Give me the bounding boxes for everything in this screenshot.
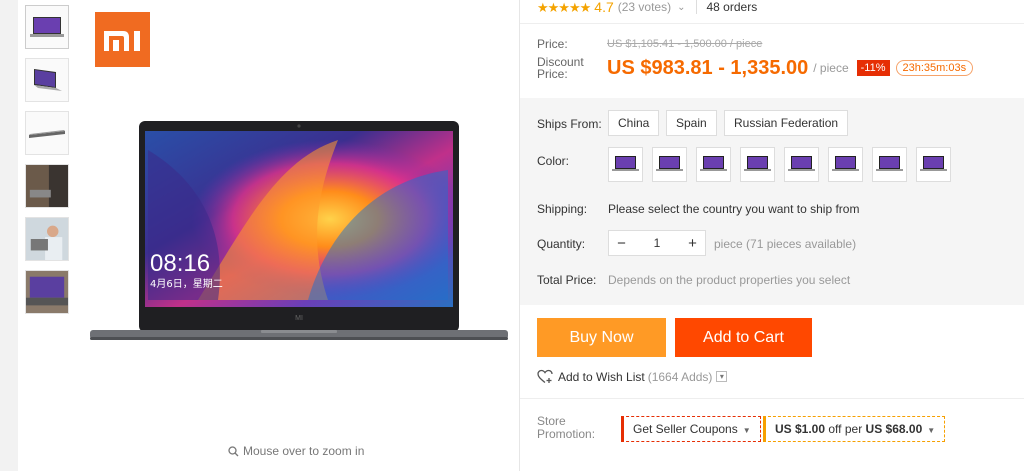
- thumbnail-6[interactable]: [25, 270, 69, 314]
- buy-now-button[interactable]: Buy Now: [537, 318, 666, 357]
- quantity-label: Quantity:: [537, 237, 586, 251]
- bezel-logo: MI: [295, 315, 303, 322]
- shipping-message: Please select the country you want to sh…: [608, 202, 860, 216]
- color-swatch-7[interactable]: [872, 147, 907, 182]
- wishlist-count: (1664 Adds): [647, 369, 713, 384]
- divider: [520, 398, 1024, 399]
- quantity-stepper: − 1 +: [608, 230, 706, 256]
- color-swatch-5[interactable]: [784, 147, 819, 182]
- color-label: Color:: [537, 154, 570, 168]
- store-promotion-label-line2: Promotion:: [537, 427, 596, 441]
- heart-plus-icon: [537, 369, 553, 384]
- magnifier-icon: [228, 445, 239, 456]
- offer-mid-text: off per: [825, 422, 866, 436]
- laptop-illustration: MI 08:16 4月6日，星期二: [90, 121, 508, 340]
- price-block: Price: US $1,105.41 - 1,500.00 / piece D…: [537, 35, 1017, 80]
- total-price-text: Depends on the product properties you se…: [608, 273, 851, 287]
- divider: [695, 0, 697, 14]
- caret-down-icon: ▼: [927, 426, 936, 435]
- rating-row: ★★★★★ 4.7 (23 votes) ⌄ 48 orders: [537, 0, 758, 15]
- price-label: Price:: [537, 37, 568, 51]
- original-price: US $1,105.41 - 1,500.00 / piece: [607, 38, 763, 50]
- offer-amount: US $1.00: [775, 422, 826, 436]
- per-piece-unit: / piece: [813, 61, 849, 75]
- get-seller-coupons-button[interactable]: Get Seller Coupons ▼: [621, 416, 761, 442]
- quantity-availability: piece (71 pieces available): [714, 237, 857, 251]
- wishlist-label[interactable]: Add to Wish List: [558, 370, 645, 384]
- screen-date: 4月6日，星期二: [150, 278, 223, 290]
- product-main-image[interactable]: MI 08:16 4月6日，星期二 Mouse over to zoom in: [78, 0, 518, 471]
- total-price-label: Total Price:: [537, 273, 597, 287]
- product-options: Ships From: China Spain Russian Federati…: [520, 98, 1024, 305]
- ships-from-china[interactable]: China: [608, 110, 660, 136]
- thumbnail-2[interactable]: [25, 58, 69, 102]
- quantity-increase-button[interactable]: +: [680, 235, 705, 252]
- quantity-decrease-button[interactable]: −: [609, 235, 634, 252]
- caret-down-icon: ▼: [742, 426, 751, 435]
- color-swatch-6[interactable]: [828, 147, 863, 182]
- chevron-down-icon[interactable]: ⌄: [677, 2, 685, 13]
- product-page: MI 08:16 4月6日，星期二 Mouse over to zoom in …: [0, 0, 1024, 471]
- store-promotion-label: Store Promotion:: [537, 415, 595, 441]
- discount-price: US $983.81 - 1,335.00: [607, 56, 809, 79]
- store-discount-offer[interactable]: US $1.00 off per US $68.00 ▼: [763, 416, 946, 442]
- zoom-hint: Mouse over to zoom in: [228, 444, 364, 458]
- screen-clock: 08:16: [150, 250, 210, 277]
- color-swatch-2[interactable]: [652, 147, 687, 182]
- color-swatch-1[interactable]: [608, 147, 643, 182]
- offer-threshold: US $68.00: [865, 422, 923, 436]
- thumbnail-4[interactable]: [25, 164, 69, 208]
- quantity-input[interactable]: 1: [634, 236, 680, 250]
- rating-value: 4.7: [594, 0, 614, 15]
- divider: [520, 23, 1024, 24]
- discount-badge: -11%: [856, 60, 890, 76]
- votes-count[interactable]: (23 votes): [618, 0, 671, 14]
- add-to-cart-button[interactable]: Add to Cart: [675, 318, 812, 357]
- color-swatch-8[interactable]: [916, 147, 951, 182]
- color-swatch-4[interactable]: [740, 147, 775, 182]
- discount-price-label: Discount Price:: [537, 55, 584, 81]
- shipping-label: Shipping:: [537, 202, 588, 216]
- ships-from-russia[interactable]: Russian Federation: [724, 110, 849, 136]
- ships-from-spain[interactable]: Spain: [666, 110, 717, 136]
- thumbnail-5[interactable]: [25, 217, 69, 261]
- zoom-hint-text: Mouse over to zoom in: [243, 444, 365, 458]
- star-rating-icon: ★★★★★: [537, 0, 591, 15]
- coupon-label: Get Seller Coupons: [633, 422, 738, 436]
- thumbnail-3[interactable]: [25, 111, 69, 155]
- thumbnail-strip: [25, 5, 70, 323]
- chevron-down-icon[interactable]: ▾: [716, 371, 728, 382]
- ships-from-label: Ships From:: [537, 117, 602, 131]
- color-swatch-3[interactable]: [696, 147, 731, 182]
- thumbnail-1[interactable]: [25, 5, 69, 49]
- countdown-timer: 23h:35m:03s: [895, 60, 974, 76]
- product-info-panel: ★★★★★ 4.7 (23 votes) ⌄ 48 orders Price: …: [520, 0, 1024, 471]
- left-gutter: [0, 0, 18, 471]
- wishlist-row[interactable]: Add to Wish List (1664 Adds) ▾: [537, 369, 728, 384]
- orders-count: 48 orders: [706, 0, 758, 14]
